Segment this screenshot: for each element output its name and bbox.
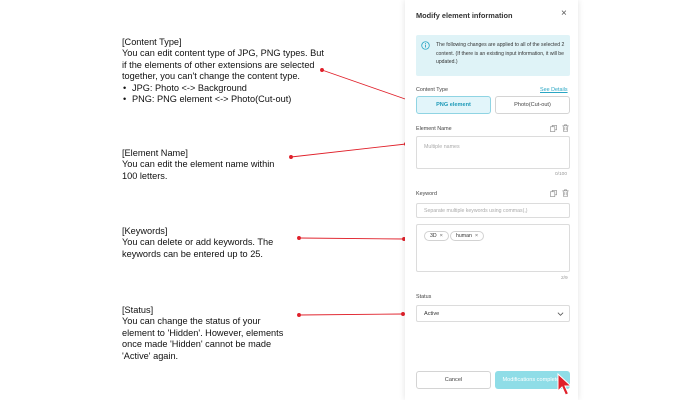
annotation-title: [Content Type] [122, 37, 182, 47]
content-type-option-photo-cutout[interactable]: Photo(Cut-out) [495, 96, 570, 114]
copy-icon[interactable] [550, 125, 557, 132]
annotation-body: You can change the status of your elemen… [122, 316, 284, 361]
keyword-input[interactable]: Separate multiple keywords using commas(… [416, 203, 570, 218]
keyword-chip[interactable]: human × [450, 231, 485, 241]
keyword-chip-label: 3D [430, 233, 437, 239]
info-text: The following changes are applied to all… [436, 42, 565, 66]
annotation-body: You can delete or add keywords. The keyw… [122, 237, 274, 259]
annotation-body: You can edit content type of JPG, PNG ty… [122, 48, 324, 82]
keyword-placeholder: Separate multiple keywords using commas(… [424, 208, 528, 214]
close-icon[interactable]: × [561, 8, 567, 19]
info-circle-icon [421, 41, 430, 50]
arrow-element-name [290, 143, 407, 158]
status-dropdown[interactable]: Active [416, 305, 570, 322]
content-type-option-png-element[interactable]: PNG element [416, 96, 491, 114]
element-name-counter: 0/100 [555, 172, 568, 177]
annotation-arrows [289, 68, 410, 317]
status-value: Active [424, 311, 440, 317]
annotation-element-name: [Element Name] You can edit the element … [122, 148, 292, 182]
mouse-pointer-icon [557, 373, 573, 396]
annotation-content-type: [Content Type] You can edit content type… [122, 37, 327, 106]
annotation-keywords: [Keywords] You can delete or add keyword… [122, 226, 287, 260]
annotation-title: [Status] [122, 305, 154, 315]
trash-icon[interactable] [562, 189, 569, 197]
modal-title: Modify element information [416, 11, 513, 20]
arrow-keywords [298, 237, 405, 240]
keyword-label: Keyword [416, 191, 437, 197]
annotation-body: You can edit the element name within 100… [122, 159, 275, 181]
info-banner: The following changes are applied to all… [416, 35, 570, 76]
element-name-label: Element Name [416, 126, 452, 132]
arrow-status [298, 313, 404, 316]
see-details-link[interactable]: See Details [540, 87, 568, 93]
copy-icon[interactable] [550, 190, 557, 197]
arrow-dot [297, 313, 301, 317]
arrow-dot [297, 236, 301, 240]
modify-element-modal: Modify element information × The followi… [405, 0, 578, 400]
annotation-bullet: JPG: Photo <-> Background [122, 83, 327, 95]
status-label: Status [416, 294, 432, 300]
annotation-title: [Keywords] [122, 226, 168, 236]
chip-remove-icon[interactable]: × [440, 233, 443, 239]
element-name-placeholder: Multiple names [424, 144, 460, 150]
keyword-chip[interactable]: 3D × [424, 231, 449, 241]
keyword-chip-box: 3D × human × [416, 224, 570, 272]
element-name-textarea[interactable]: Multiple names [416, 136, 570, 169]
cancel-button[interactable]: Cancel [416, 371, 491, 389]
arrow-content-type [321, 69, 409, 101]
annotation-status: [Status] You can change the status of yo… [122, 305, 292, 362]
annotation-bullet-list: JPG: Photo <-> Background PNG: PNG eleme… [122, 83, 327, 106]
keyword-chip-label: human [456, 233, 472, 239]
chevron-down-icon [557, 312, 564, 316]
content-type-label: Content Type [416, 87, 448, 93]
annotation-title: [Element Name] [122, 148, 188, 158]
keyword-counter: 2/9 [561, 276, 568, 281]
annotation-bullet: PNG: PNG element <-> Photo(Cut-out) [122, 94, 327, 106]
trash-icon[interactable] [562, 124, 569, 132]
chip-remove-icon[interactable]: × [475, 233, 478, 239]
